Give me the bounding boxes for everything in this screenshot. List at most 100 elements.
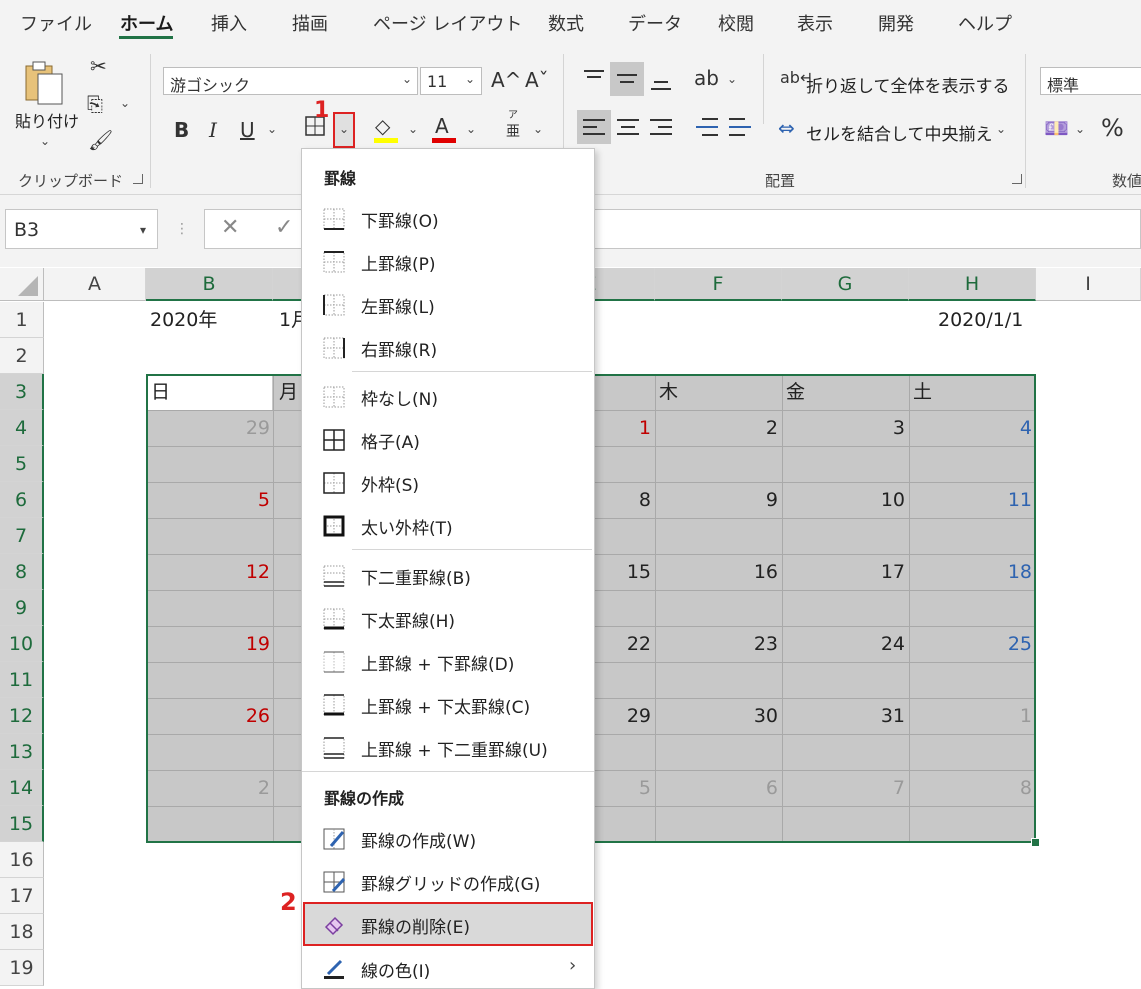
borders-dropdown-button[interactable]: ⌄ <box>333 112 355 148</box>
merge-center-icon[interactable]: ⇔ <box>778 118 795 138</box>
column-header[interactable]: G <box>782 268 909 301</box>
decrease-indent-icon[interactable] <box>694 114 720 140</box>
row-header[interactable]: 6 <box>0 482 44 518</box>
menu-item-thick-bottom-border[interactable]: 下太罫線(H) <box>303 597 593 639</box>
number-format-dropdown[interactable]: 標準 <box>1040 67 1141 95</box>
grow-font-icon[interactable]: A^ <box>491 70 521 90</box>
date-cell[interactable]: 3 <box>785 410 905 446</box>
date-cell[interactable]: 10 <box>785 482 905 518</box>
cell-h1[interactable]: 2020/1/1 <box>938 302 1023 338</box>
day-header-mon[interactable]: 月 <box>279 374 298 410</box>
format-painter-icon[interactable]: 🖌 <box>88 130 113 150</box>
day-header-sun[interactable]: 日 <box>151 374 170 410</box>
menu-item-bottom-double-border[interactable]: 下二重罫線(B) <box>303 554 593 596</box>
date-cell[interactable]: 8 <box>912 770 1032 806</box>
fill-handle[interactable] <box>1031 838 1040 847</box>
phonetic-button[interactable]: ア 亜 <box>500 106 526 146</box>
row-header[interactable]: 9 <box>0 590 44 626</box>
row-header[interactable]: 10 <box>0 626 44 662</box>
date-cell[interactable]: 11 <box>912 482 1032 518</box>
currency-chevron-down-icon[interactable]: ⌄ <box>1075 122 1085 136</box>
date-cell[interactable]: 30 <box>658 698 778 734</box>
menu-item-right-border[interactable]: 右罫線(R) <box>303 326 593 368</box>
merge-chevron-down-icon[interactable]: ⌄ <box>996 122 1006 136</box>
phonetic-chevron-down-icon[interactable]: ⌄ <box>533 122 543 136</box>
column-header[interactable]: H <box>909 268 1036 301</box>
copy-icon[interactable]: ⎘ <box>87 94 103 114</box>
row-header[interactable]: 17 <box>0 878 44 914</box>
cancel-icon[interactable]: ✕ <box>221 215 239 240</box>
wrap-text-button[interactable]: 折り返して全体を表示する <box>806 72 1010 97</box>
font-color-button[interactable]: A <box>430 116 458 144</box>
day-header-sat[interactable]: 土 <box>913 374 932 410</box>
row-header[interactable]: 13 <box>0 734 44 770</box>
percent-button[interactable]: % <box>1101 116 1124 140</box>
menu-item-draw-border[interactable]: 罫線の作成(W) <box>303 817 593 859</box>
date-cell[interactable]: 26 <box>150 698 270 734</box>
menu-item-draw-border-grid[interactable]: 罫線グリッドの作成(G) <box>303 860 593 902</box>
date-cell[interactable]: 9 <box>658 482 778 518</box>
date-cell[interactable]: 7 <box>785 770 905 806</box>
row-header[interactable]: 1 <box>0 302 44 338</box>
align-right-icon[interactable] <box>648 114 674 140</box>
day-header-fri[interactable]: 金 <box>786 374 805 410</box>
date-cell[interactable]: 29 <box>150 410 270 446</box>
enter-icon[interactable]: ✓ <box>275 215 293 240</box>
orientation-chevron-down-icon[interactable]: ⌄ <box>727 72 737 86</box>
merge-center-button[interactable]: セルを結合して中央揃え <box>806 120 993 145</box>
date-cell[interactable]: 19 <box>150 626 270 662</box>
select-all-button[interactable] <box>0 268 44 301</box>
menu-item-outside-borders[interactable]: 外枠(S) <box>303 461 593 503</box>
menu-item-line-color[interactable]: 線の色(I) › <box>303 947 593 989</box>
date-cell[interactable]: 2 <box>150 770 270 806</box>
menu-item-left-border[interactable]: 左罫線(L) <box>303 283 593 325</box>
font-name-dropdown[interactable]: 游ゴシック <box>163 67 418 95</box>
name-box-chevron-down-icon[interactable]: ▾ <box>140 223 146 237</box>
tab-data[interactable]: データ <box>628 10 682 36</box>
name-box[interactable]: B3 <box>5 209 158 249</box>
day-header-thu[interactable]: 木 <box>659 374 678 410</box>
tab-review[interactable]: 校閲 <box>718 10 754 36</box>
tab-file[interactable]: ファイル <box>20 10 92 36</box>
underline-button[interactable]: U <box>240 120 255 140</box>
cell-b1[interactable]: 2020年 <box>150 302 217 338</box>
align-left-button[interactable] <box>577 110 611 144</box>
underline-chevron-down-icon[interactable]: ⌄ <box>267 122 277 136</box>
row-header[interactable]: 2 <box>0 338 44 374</box>
row-header[interactable]: 11 <box>0 662 44 698</box>
paste-button[interactable] <box>18 58 74 108</box>
shrink-font-icon[interactable]: Aˇ <box>525 70 549 90</box>
tab-formulas[interactable]: 数式 <box>548 10 584 36</box>
row-header[interactable]: 16 <box>0 842 44 878</box>
menu-item-thick-outside-borders[interactable]: 太い外枠(T) <box>303 504 593 546</box>
menu-item-top-border[interactable]: 上罫線(P) <box>303 240 593 282</box>
date-cell[interactable]: 2 <box>658 410 778 446</box>
date-cell[interactable]: 23 <box>658 626 778 662</box>
tab-help[interactable]: ヘルプ <box>958 10 1012 36</box>
row-header[interactable]: 18 <box>0 914 44 950</box>
alignment-launcher-icon[interactable] <box>1012 174 1022 184</box>
align-bottom-icon[interactable] <box>648 66 674 94</box>
font-name-chevron-down-icon[interactable]: ⌄ <box>402 72 412 86</box>
tab-page-layout[interactable]: ページ レイアウト <box>373 10 522 36</box>
row-header[interactable]: 5 <box>0 446 44 482</box>
menu-item-all-borders[interactable]: 格子(A) <box>303 418 593 460</box>
menu-item-erase-border[interactable]: 罫線の削除(E) <box>303 902 593 946</box>
clipboard-launcher-icon[interactable] <box>133 174 143 184</box>
row-header[interactable]: 4 <box>0 410 44 446</box>
row-header[interactable]: 12 <box>0 698 44 734</box>
fill-color-chevron-down-icon[interactable]: ⌄ <box>408 122 418 136</box>
date-cell[interactable]: 17 <box>785 554 905 590</box>
menu-item-top-bottom-border[interactable]: 上罫線 + 下罫線(D) <box>303 640 593 682</box>
copy-chevron-down-icon[interactable]: ⌄ <box>120 96 130 110</box>
date-cell[interactable]: 16 <box>658 554 778 590</box>
orientation-icon[interactable]: ab <box>694 68 719 88</box>
align-top-icon[interactable] <box>581 66 607 92</box>
date-cell[interactable]: 31 <box>785 698 905 734</box>
row-header[interactable]: 15 <box>0 806 44 842</box>
menu-item-top-double-bottom-border[interactable]: 上罫線 + 下二重罫線(U) <box>303 726 593 768</box>
paste-chevron-down-icon[interactable]: ⌄ <box>40 134 50 148</box>
column-header[interactable]: F <box>655 268 782 301</box>
row-header[interactable]: 8 <box>0 554 44 590</box>
date-cell[interactable]: 18 <box>912 554 1032 590</box>
